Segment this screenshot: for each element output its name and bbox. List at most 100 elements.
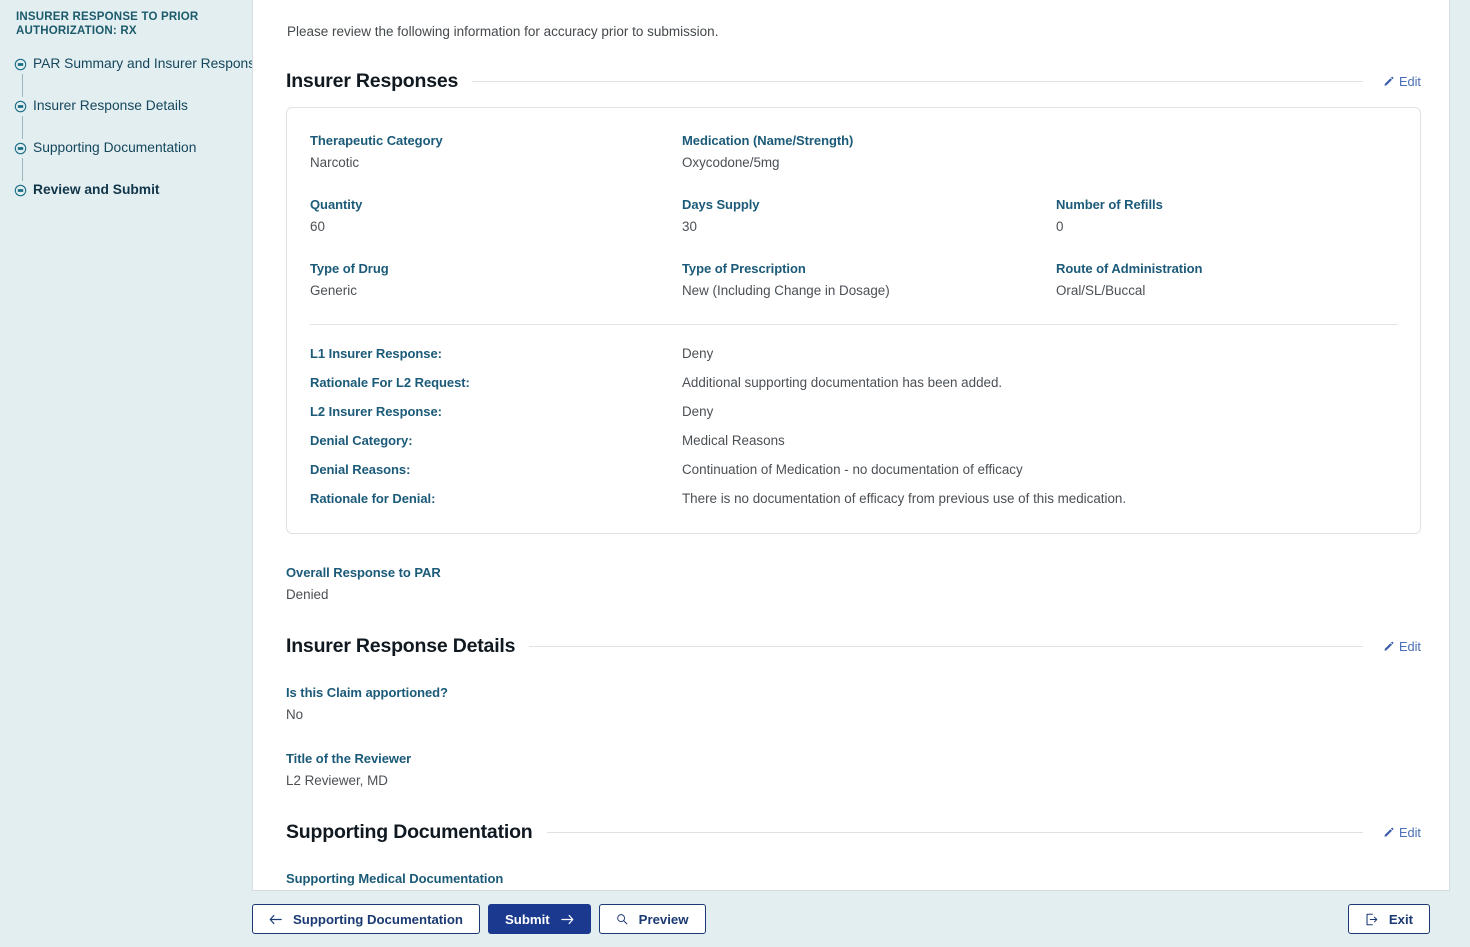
field-value: 0 [1056,219,1064,234]
field-label: Type of Prescription [682,261,806,276]
field-block: Supporting Medical DocumentationSupporti… [286,870,1421,890]
field-block: Number of Refills 0 [1056,196,1398,236]
detail-row-value: Continuation of Medication - no document… [682,462,1023,477]
field-label: Supporting Medical Documentation [286,871,504,886]
step-marker-icon [14,58,27,71]
section-title-supporting-documentation: Supporting Documentation [286,821,533,843]
detail-row-value: Medical Reasons [682,433,785,448]
detail-row-key: L2 Insurer Response: [310,404,442,419]
field-label: Medication (Name/Strength) [682,133,854,148]
field-block-empty [1056,132,1398,172]
edit-response-details-button[interactable]: Edit [1377,639,1421,654]
detail-row-value: Deny [682,346,714,361]
field-value: 60 [310,219,325,234]
field-block: Therapeutic Category Narcotic [310,132,682,172]
insurer-responses-field-grid: Therapeutic Category Narcotic Medication (… [310,132,1398,300]
edit-insurer-responses-button[interactable]: Edit [1377,74,1421,89]
field-value: Generic [310,283,357,298]
exit-button[interactable]: Exit [1347,904,1430,934]
card-divider [310,324,1398,325]
arrow-left-icon [269,914,282,925]
detail-row-key: Rationale for Denial: [310,491,436,506]
field-value: New (Including Change in Dosage) [682,283,890,298]
detail-row-key: Denial Category: [310,433,413,448]
sidebar-step-2[interactable]: Insurer Response Details [8,97,252,139]
application-root: INSURER RESPONSE TO PRIOR AUTHORIZATION:… [0,0,1470,947]
sidebar: INSURER RESPONSE TO PRIOR AUTHORIZATION:… [0,0,263,947]
section-title-insurer-responses: Insurer Responses [286,70,459,92]
footer-toolbar: Supporting Documentation Submit Preview [252,891,1450,947]
overall-response-block: Overall Response to PAR Denied [286,564,1421,604]
field-block: Type of Prescription New (Including Chang… [682,260,1056,300]
sidebar-step-label: Supporting Documentation [33,140,197,155]
search-icon [616,913,628,925]
sidebar-step-label: Review and Submit [33,182,160,197]
section-header-response-details: Insurer Response Details Edit [286,635,1421,658]
exit-icon [1365,913,1378,926]
insurer-responses-card: Therapeutic Category Narcotic Medication (… [286,107,1421,534]
detail-row-key: L1 Insurer Response: [310,346,442,361]
section-rule [546,832,1363,833]
field-value: Oral/SL/Buccal [1056,283,1146,298]
step-marker-icon [14,100,27,113]
field-block: Quantity 60 [310,196,682,236]
field-block: Is this Claim apportioned? No [286,684,1421,724]
sidebar-step-label: PAR Summary and Insurer Response [33,56,263,71]
section-title-response-details: Insurer Response Details [286,635,516,657]
step-marker-icon [14,184,27,197]
pencil-icon [1383,827,1394,838]
field-value: Narcotic [310,155,360,170]
detail-row-key: Rationale For L2 Request: [310,375,470,390]
field-label: Title of the Reviewer [286,751,412,766]
field-block: Medication (Name/Strength) Oxycodone/5mg [682,132,1056,172]
sidebar-step-4[interactable]: Review and Submit [8,181,252,223]
edit-label: Edit [1398,74,1421,89]
field-block: Days Supply 30 [682,196,1056,236]
field-value: Oxycodone/5mg [682,155,780,170]
sidebar-step-1[interactable]: PAR Summary and Insurer Response [8,55,263,97]
response-details-fields: Is this Claim apportioned? No Title of the… [286,684,1421,790]
field-label: Type of Drug [310,261,389,276]
detail-row: Denial Category: Medical Reasons [310,426,1398,455]
submit-button[interactable]: Submit [487,904,591,934]
field-label: Therapeutic Category [310,133,443,148]
detail-row: L1 Insurer Response: Deny [310,339,1398,368]
detail-row-value: Deny [682,404,714,419]
insurer-responses-rows: L1 Insurer Response: Deny Rationale For L2… [310,339,1398,513]
field-block: Title of the Reviewer L2 Reviewer, MD [286,750,1421,790]
step-connector [21,74,23,97]
content-panel: Please review the following information … [252,0,1450,891]
back-supporting-documentation-button[interactable]: Supporting Documentation [252,904,480,934]
detail-row: Rationale for Denial: There is no documen… [310,484,1398,513]
section-header-supporting-documentation: Supporting Documentation Edit [286,821,1421,844]
field-value: 30 [682,219,697,234]
supporting-documentation-fields: Supporting Medical DocumentationSupporti… [286,870,1421,890]
overall-response-value: Denied [286,587,329,602]
preview-button[interactable]: Preview [598,904,706,934]
edit-label: Edit [1398,639,1421,654]
sidebar-title: INSURER RESPONSE TO PRIOR AUTHORIZATION:… [16,11,199,37]
field-block: Type of Drug Generic [310,260,682,300]
back-button-label: Supporting Documentation [293,911,463,927]
field-value: L2 Reviewer, MD [286,773,388,788]
field-block: Route of Administration Oral/SL/Buccal [1056,260,1398,300]
field-label: Is this Claim apportioned? [286,685,448,700]
exit-button-label: Exit [1388,911,1413,927]
detail-row-value: There is no documentation of efficacy fr… [682,491,1127,506]
detail-row: Rationale For L2 Request: Additional supp… [310,368,1398,397]
sidebar-step-label: Insurer Response Details [33,98,188,113]
edit-supporting-documentation-button[interactable]: Edit [1377,825,1421,840]
detail-row: L2 Insurer Response: Deny [310,397,1398,426]
pencil-icon [1383,76,1394,87]
edit-label: Edit [1398,825,1421,840]
detail-row-value: Additional supporting documentation has … [682,375,1003,390]
sidebar-step-3[interactable]: Supporting Documentation [8,139,252,181]
submit-button-label: Submit [504,911,550,927]
field-value: No [286,707,304,722]
field-label: Route of Administration [1056,261,1203,276]
overall-response-label: Overall Response to PAR [286,565,441,580]
intro-text: Please review the following information … [287,24,719,39]
main-area: Please review the following information … [252,0,1470,947]
detail-row: Denial Reasons: Continuation of Medicatio… [310,455,1398,484]
preview-button-label: Preview [638,911,689,927]
